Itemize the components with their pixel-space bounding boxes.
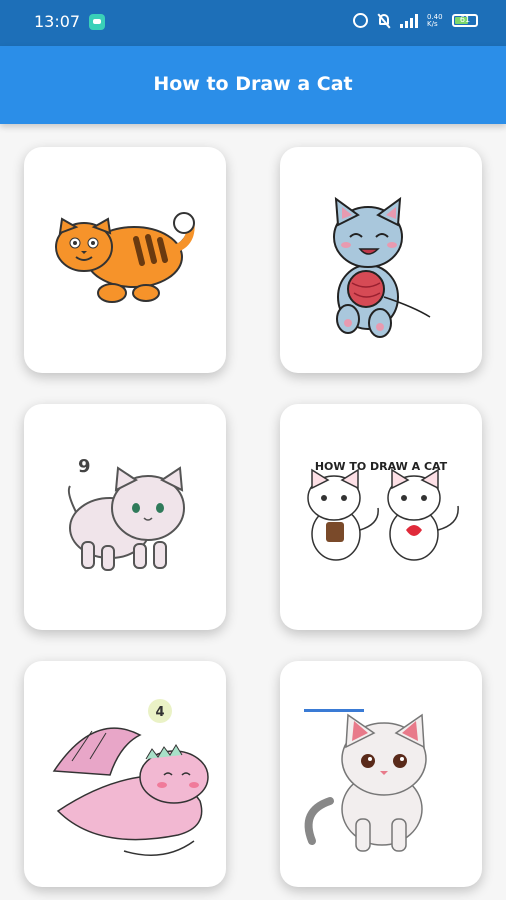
status-bar: 13:07 0.40 K/s 61 [0, 0, 506, 46]
kitten-left [307, 468, 379, 561]
chat-notification-icon [89, 14, 105, 30]
kitten-right [387, 468, 459, 561]
tutorial-card-white-cat-step[interactable]: 9 [24, 404, 226, 630]
white-cat-sitting-illustration [304, 709, 427, 852]
tutorial-card-two-kittens[interactable]: HOW TO DRAW A CAT [280, 404, 482, 630]
two-kittens-illustration: HOW TO DRAW A CAT [307, 460, 459, 561]
mute-icon [377, 13, 391, 28]
tutorial-card-pink-dragon[interactable]: 4 [24, 661, 226, 887]
tutorial-card-orange-cat[interactable] [24, 147, 226, 373]
tutorial-heading-label: HOW TO DRAW A CAT [315, 460, 448, 473]
page-title: How to Draw a Cat [153, 73, 353, 95]
battery-level: 61 [459, 15, 471, 24]
signal-icon [400, 13, 418, 28]
step-number-label: 9 [78, 456, 91, 477]
pink-dragon-illustration: 4 [52, 699, 209, 856]
tutorial-card-gray-kitten[interactable] [280, 147, 482, 373]
tutorial-card-white-cat-sitting[interactable] [280, 661, 482, 887]
step-number-label-2: 4 [155, 705, 164, 720]
alarm-icon [353, 13, 368, 28]
status-icons: 0.40 K/s 61 [353, 13, 478, 28]
orange-cat-illustration [55, 212, 195, 303]
status-time: 13:07 [34, 12, 81, 31]
gray-kitten-illustration [333, 196, 431, 338]
network-rate: 0.40 K/s [427, 12, 443, 28]
battery-icon: 61 [452, 14, 478, 27]
app-bar: How to Draw a Cat [0, 46, 506, 124]
white-cat-step-illustration: 9 [67, 456, 185, 571]
